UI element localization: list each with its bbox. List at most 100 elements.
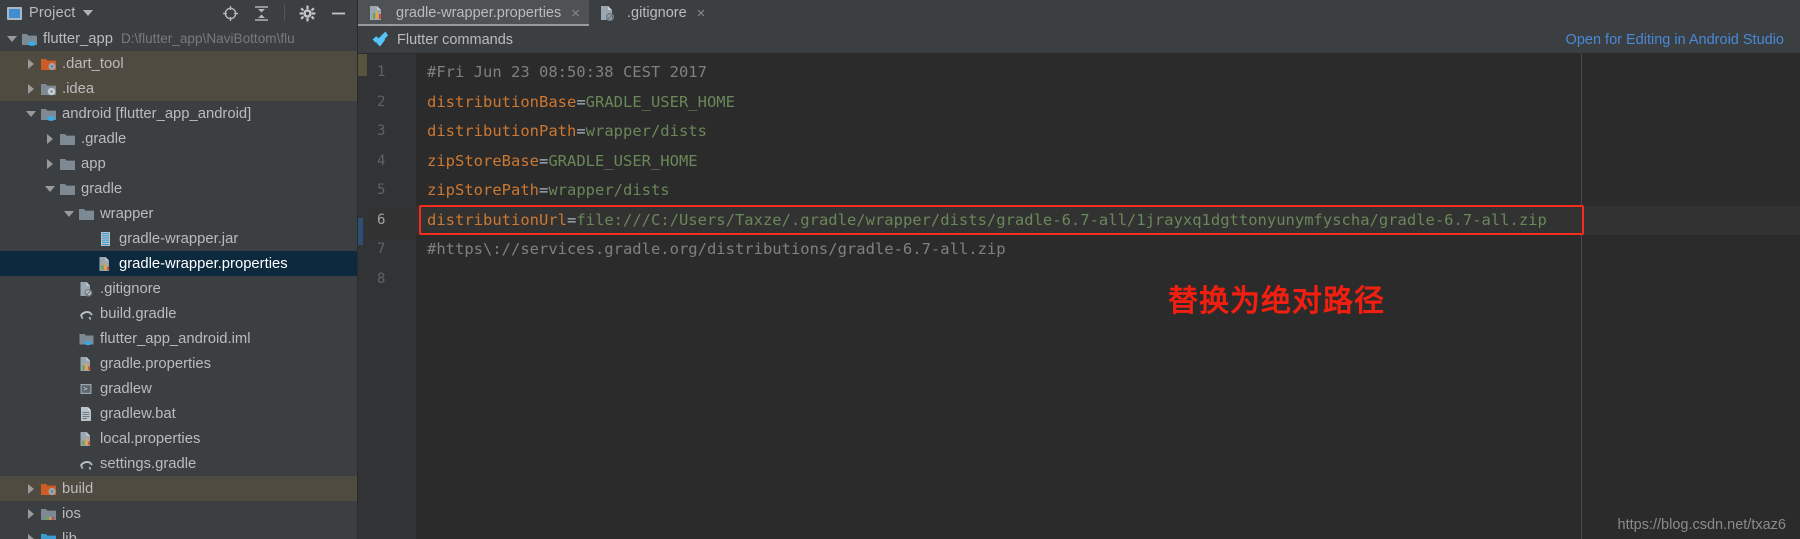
- source-folder-icon: [40, 531, 57, 539]
- annotation-gutter[interactable]: [358, 54, 367, 539]
- code-line[interactable]: #Fri Jun 23 08:50:38 CEST 2017: [416, 58, 1800, 88]
- code-line[interactable]: zipStoreBase=GRADLE_USER_HOME: [416, 147, 1800, 177]
- gutter-modified-marker: [358, 54, 367, 76]
- settings-gear-icon[interactable]: [299, 5, 316, 22]
- locate-icon[interactable]: [222, 5, 239, 22]
- chevron-down-icon[interactable]: [6, 32, 19, 45]
- line-number: 4: [377, 152, 386, 169]
- project-tool-title[interactable]: Project: [7, 5, 93, 21]
- hide-icon[interactable]: [330, 5, 347, 22]
- properties-file-icon: [80, 356, 91, 371]
- tree-row-flutter-app-android-iml[interactable]: flutter_app_android.iml: [0, 326, 357, 351]
- tab-gradle-wrapper-properties[interactable]: gradle-wrapper.properties ×: [358, 0, 589, 26]
- tree-row-gradle-properties[interactable]: gradle.properties: [0, 351, 357, 376]
- tree-row-gradle[interactable]: .gradle: [0, 126, 357, 151]
- code-property-value: GRADLE_USER_HOME: [585, 92, 735, 111]
- open-in-android-studio-link[interactable]: Open for Editing in Android Studio: [1566, 32, 1784, 48]
- folder-icon: [59, 156, 76, 172]
- code-line[interactable]: distributionUrl=file:///C:/Users/Taxze/.…: [416, 205, 1800, 235]
- close-icon[interactable]: ×: [571, 6, 580, 21]
- folder-icon: [78, 206, 95, 222]
- chevron-right-icon[interactable]: [44, 157, 57, 170]
- tree-row-wrapper[interactable]: wrapper: [0, 201, 357, 226]
- code-equals: =: [538, 151, 549, 170]
- tree-row-lib[interactable]: lib: [0, 526, 357, 539]
- ios-folder-icon: [41, 508, 56, 520]
- tree-row-label: .dart_tool: [62, 55, 124, 72]
- gradle-file-icon: [78, 456, 95, 472]
- gradle-file-icon: [80, 460, 93, 470]
- tree-row-idea[interactable]: .idea: [0, 76, 357, 101]
- flutter-commands-left: Flutter commands: [372, 31, 513, 49]
- tree-row-gradlew[interactable]: > gradlew: [0, 376, 357, 401]
- chevron-down-icon[interactable]: [63, 207, 76, 220]
- bat-file-icon: [81, 406, 91, 421]
- toolbar-divider: [284, 5, 285, 21]
- line-number: 3: [377, 123, 386, 139]
- flutter-logo-icon: [372, 31, 388, 46]
- gutter-change-marker: [358, 218, 363, 245]
- tree-row-gitignore[interactable]: .gitignore: [0, 276, 357, 301]
- source-folder-icon: [41, 533, 56, 539]
- code-property-value: wrapper/dists: [585, 122, 707, 140]
- chevron-right-icon[interactable]: [25, 532, 38, 539]
- code-line[interactable]: zipStorePath=wrapper/dists: [416, 176, 1800, 206]
- chevron-right-icon[interactable]: [25, 507, 38, 520]
- chevron-down-icon[interactable]: [44, 182, 57, 195]
- gitignore-file-icon: [78, 281, 95, 297]
- line-number: 5: [377, 182, 386, 198]
- collapse-all-icon[interactable]: [253, 5, 270, 22]
- module-folder-icon: [21, 31, 38, 47]
- code-line[interactable]: #https\://services.gradle.org/distributi…: [416, 235, 1800, 265]
- close-icon[interactable]: ×: [697, 6, 706, 21]
- project-toolbar-actions: [222, 5, 357, 22]
- line-number-gutter: 1 2 3 4 5 6 7 8: [367, 54, 416, 539]
- chevron-right-icon[interactable]: [44, 132, 57, 145]
- tree-row-settings-gradle[interactable]: settings.gradle: [0, 451, 357, 476]
- tree-row-label: wrapper: [100, 205, 154, 222]
- chevron-right-icon[interactable]: [25, 57, 38, 70]
- code-line-blank[interactable]: [416, 265, 1800, 295]
- tree-row-label: gradle.properties: [100, 355, 212, 372]
- chevron-right-icon[interactable]: [25, 482, 38, 495]
- tree-row-flutter-app[interactable]: flutter_app D:\flutter_app\NaviBottom\flu: [0, 26, 357, 51]
- properties-file-icon: [370, 6, 381, 20]
- jar-file-icon: [97, 231, 114, 247]
- tree-row-label: ios: [62, 505, 81, 522]
- folder-icon: [60, 133, 75, 145]
- chevron-down-icon[interactable]: [25, 107, 38, 120]
- tree-row-build-gradle[interactable]: build.gradle: [0, 301, 357, 326]
- tree-row-local-properties[interactable]: local.properties: [0, 426, 357, 451]
- tree-row-gradlew-bat[interactable]: gradlew.bat: [0, 401, 357, 426]
- tab-gitignore[interactable]: .gitignore ×: [589, 0, 714, 26]
- line-number: 2: [377, 93, 386, 110]
- tree-row-ios[interactable]: ios: [0, 501, 357, 526]
- tree-row-label: .gradle: [81, 130, 127, 147]
- code-line[interactable]: distributionPath=wrapper/dists: [416, 117, 1800, 147]
- code-line[interactable]: distributionBase=GRADLE_USER_HOME: [416, 88, 1800, 118]
- tree-row-label: local.properties: [100, 430, 201, 447]
- iml-file-icon: [79, 333, 94, 345]
- tree-row-dart-tool[interactable]: .dart_tool: [0, 51, 357, 76]
- tab-label: .gitignore: [627, 5, 687, 21]
- tree-row-app[interactable]: app: [0, 151, 357, 176]
- tree-row-android-flutter-app-android[interactable]: android [flutter_app_android]: [0, 101, 357, 126]
- tree-row-gradle[interactable]: gradle: [0, 176, 357, 201]
- tab-label: gradle-wrapper.properties: [396, 5, 562, 21]
- tree-row-gradle-wrapper-properties[interactable]: gradle-wrapper.properties: [0, 251, 357, 276]
- project-tree[interactable]: flutter_app D:\flutter_app\NaviBottom\flu…: [0, 26, 358, 539]
- tree-row-gradle-wrapper-jar[interactable]: gradle-wrapper.jar: [0, 226, 357, 251]
- folder-icon: [60, 183, 75, 195]
- excluded-folder-icon: [41, 58, 56, 70]
- tree-row-label: android [flutter_app_android]: [62, 105, 252, 122]
- tree-row-build[interactable]: build: [0, 476, 357, 501]
- code-property-value: wrapper/dists: [548, 181, 670, 199]
- svg-text:>: >: [83, 385, 87, 393]
- code-text[interactable]: #Fri Jun 23 08:50:38 CEST 2017 distributi…: [416, 54, 1800, 539]
- chevron-down-icon[interactable]: [82, 10, 93, 16]
- chevron-right-icon[interactable]: [25, 82, 38, 95]
